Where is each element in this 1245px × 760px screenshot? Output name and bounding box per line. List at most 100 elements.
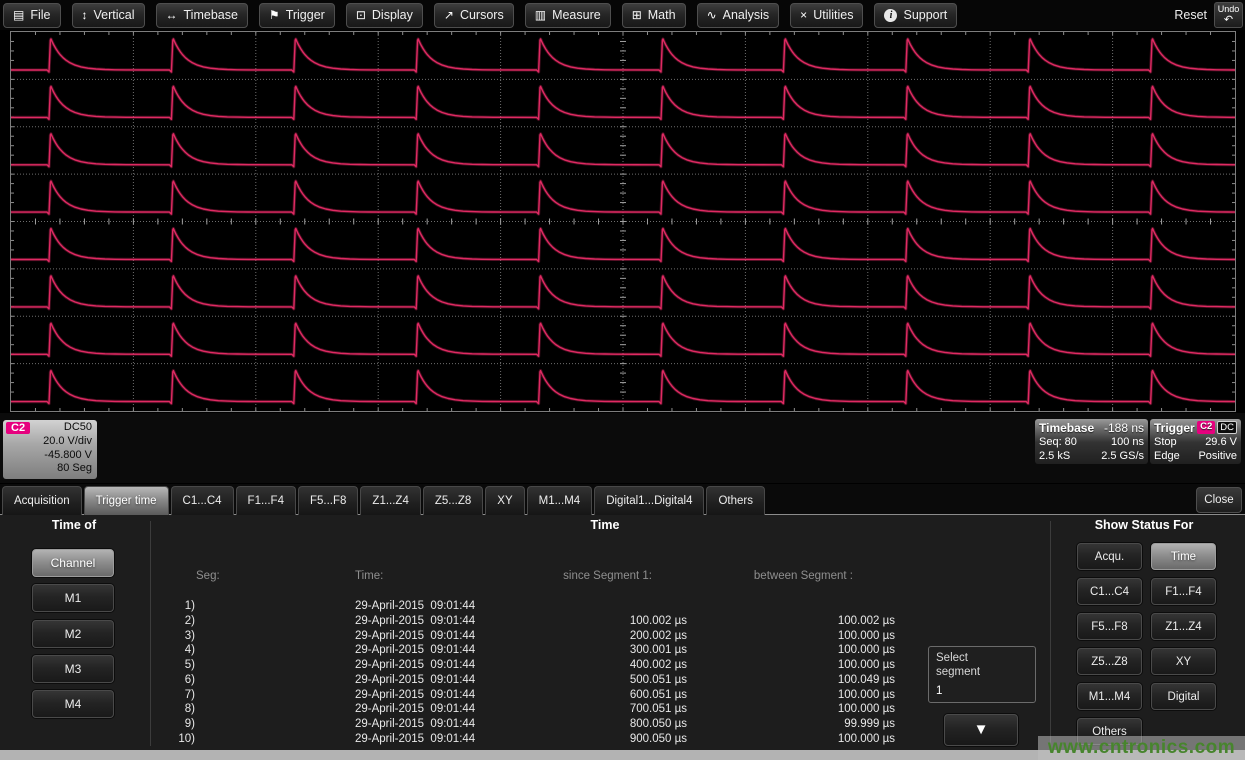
trigger-slope: Positive [1198,449,1237,463]
select-segment-label-2: segment [936,665,1028,679]
show-status-button[interactable]: F5...F8 [1077,613,1142,640]
show-status-button[interactable]: XY [1151,648,1216,675]
segment-time-row: 2) 29-April-2015 09:01:44 100.002 µs 100… [0,615,920,630]
tab-label: M1...M4 [539,495,581,507]
segment-since-first: 900.050 µs [530,733,687,745]
menu-label: Display [372,8,413,22]
show-status-button[interactable]: F1...F4 [1151,578,1216,605]
dialog-tab[interactable]: Trigger time [84,486,169,515]
menu-label: Math [648,8,676,22]
calculator-icon: ⊞ [632,8,642,22]
chart-icon: ∿ [707,8,717,22]
undo-button[interactable]: Undo ↶ [1214,2,1243,28]
segment-number: 3) [150,630,195,642]
show-status-button[interactable]: Acqu. [1077,543,1142,570]
menu-label: Vertical [94,8,135,22]
trigger-descriptor[interactable]: Trigger C2 DC Stop 29.6 V Edge Positive [1150,419,1241,464]
tab-label: Z1...Z4 [372,495,408,507]
segment-since-first: 800.050 µs [530,718,687,730]
segment-number: 2) [150,615,195,627]
menu-button[interactable]: i Support [874,3,957,28]
time-of-source-button[interactable]: Channel [32,549,114,577]
menu-label: Timebase [184,8,238,22]
dialog-tab[interactable]: Digital1...Digital4 [594,486,704,515]
close-button[interactable]: Close [1196,487,1242,513]
segment-between: 100.000 µs [740,689,895,701]
segment-time-row: 1) 29-April-2015 09:01:44 [0,600,920,615]
menu-button[interactable]: ▤ File [3,3,61,28]
timebase-descriptor[interactable]: Timebase -188 ns Seq: 80 100 ns 2.5 kS 2… [1035,419,1148,464]
menu-button[interactable]: ⊡ Display [346,3,423,28]
segment-timestamp: 29-April-2015 09:01:44 [355,689,475,701]
segment-between: 99.999 µs [740,718,895,730]
dialog-tab[interactable]: Others [706,486,765,515]
select-segment-field[interactable]: Select segment 1 [928,646,1036,703]
tab-label: XY [497,495,512,507]
show-status-button[interactable]: C1...C4 [1077,578,1142,605]
menu-button[interactable]: ▥ Measure [525,3,611,28]
waveform-display[interactable] [10,31,1236,412]
segment-between: 100.000 µs [740,630,895,642]
menu-button[interactable]: ⚑ Trigger [259,3,335,28]
segment-number: 1) [150,600,195,612]
segment-since-first: 200.002 µs [530,630,687,642]
dialog-tab[interactable]: XY [485,486,524,515]
select-segment-label-1: Select [936,651,1028,665]
ruler-icon: ▥ [535,8,546,22]
trigger-title: Trigger [1154,421,1195,435]
menu-button[interactable]: ↗ Cursors [434,3,514,28]
dialog-tab[interactable]: C1...C4 [171,486,234,515]
segment-since-first: 600.051 µs [530,689,687,701]
channel-vdiv: 20.0 V/div [8,435,92,449]
menu-button[interactable]: ⊞ Math [622,3,686,28]
time-of-heading: Time of [52,518,96,532]
reset-button[interactable]: Reset [1174,8,1207,22]
dialog-tab[interactable]: Acquisition [2,486,82,515]
down-arrow-icon: ▼ [974,721,989,738]
segment-number: 7) [150,689,195,701]
timebase-samples: 2.5 kS [1039,449,1070,463]
display-icon: ⊡ [356,8,366,22]
channel-descriptor-c2[interactable]: C2 DC50 20.0 V/div -45.800 V 80 Seg [3,420,97,479]
channel-segments: 80 Seg [8,462,92,476]
menu-label: Cursors [460,8,504,22]
menu-button[interactable]: ↔ Timebase [156,3,248,28]
dialog-tab[interactable]: F1...F4 [236,486,296,515]
info-icon: i [884,9,897,22]
show-status-button[interactable]: Digital [1151,683,1216,710]
segment-between: 100.049 µs [740,674,895,686]
column-header-since: since Segment 1: [530,570,652,582]
trigger-coupling-badge: DC [1217,421,1237,434]
show-status-button[interactable]: M1...M4 [1077,683,1142,710]
column-header-between: between Segment : [740,570,853,582]
segment-timestamp: 29-April-2015 09:01:44 [355,630,475,642]
timebase-rate: 2.5 GS/s [1101,449,1144,463]
dialog-tab[interactable]: F5...F8 [298,486,358,515]
channel-badge: C2 [6,422,30,434]
dialog-tab[interactable]: M1...M4 [527,486,593,515]
trigger-flag-icon: ⚑ [269,8,280,22]
dialog-tab[interactable]: Z5...Z8 [423,486,483,515]
tools-icon: × [800,8,807,22]
menu-button[interactable]: ∿ Analysis [697,3,780,28]
menu-button[interactable]: × Utilities [790,3,863,28]
segment-number: 8) [150,703,195,715]
show-status-button[interactable]: Z5...Z8 [1077,648,1142,675]
menu-button[interactable]: ↕ Vertical [72,3,145,28]
vertical-arrows-icon: ↕ [82,8,88,22]
menu-label: Trigger [286,8,325,22]
column-header-seg: Seg: [196,570,220,582]
menu-label: Utilities [813,8,853,22]
trigger-mode: Stop [1154,435,1177,449]
horizontal-arrows-icon: ↔ [166,8,178,22]
show-status-button[interactable]: Time [1151,543,1216,570]
watermark: www.cntronics.com [1038,736,1245,760]
show-status-button[interactable]: Z1...Z4 [1151,613,1216,640]
segment-number: 10) [150,733,195,745]
segment-since-first: 400.002 µs [530,659,687,671]
trigger-time-panel: Time of Time Show Status For Channel M1 … [0,515,1245,750]
segment-traces [11,32,1235,411]
dialog-tab[interactable]: Z1...Z4 [360,486,420,515]
segment-number: 4) [150,644,195,656]
scroll-down-button[interactable]: ▼ [944,714,1018,746]
